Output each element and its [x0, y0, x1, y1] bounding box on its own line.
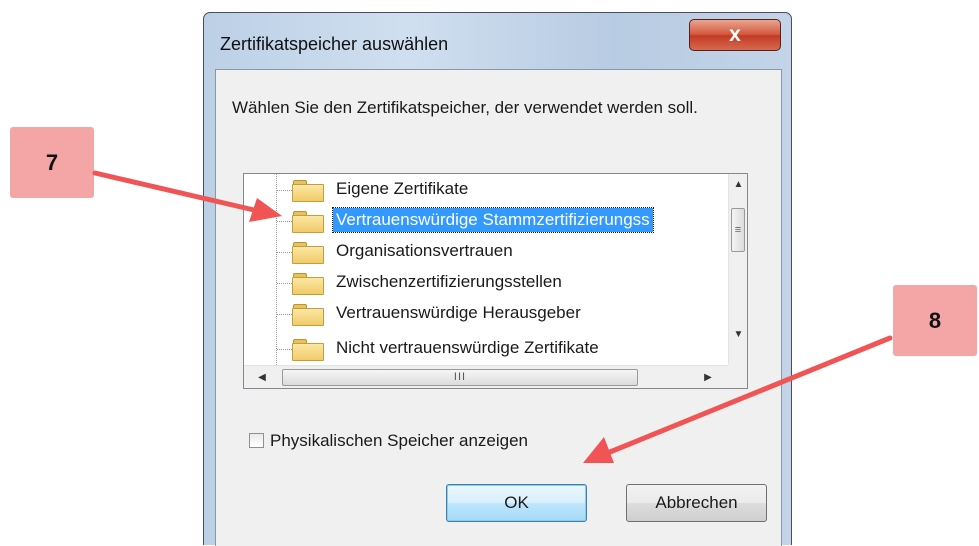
arrow-head-icon	[249, 198, 282, 222]
arrow-to-selected-store	[92, 170, 257, 213]
arrow-to-ok-button	[607, 335, 893, 455]
annotation-arrows	[92, 170, 893, 463]
